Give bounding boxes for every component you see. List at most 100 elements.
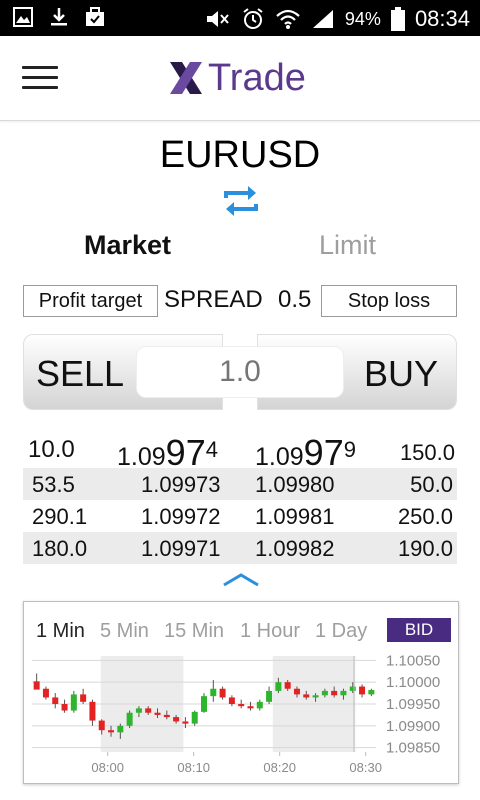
timeframe-1day[interactable]: 1 Day [315,620,367,643]
spread-value: 0.5 [278,286,312,313]
bid-price: 1.09971 [141,536,221,561]
candle-body [126,712,133,726]
candle-body [42,688,49,698]
candle-body [80,694,87,702]
order-book-top: 10.0 1.09974 1.09979 150.0 [23,424,457,473]
candle-body [201,696,207,712]
candle-body [210,688,217,697]
battery-icon [390,7,405,31]
profit-target-button[interactable]: Profit target [23,285,158,317]
app-bar: Trade [0,36,480,121]
hamburger-icon[interactable] [22,66,60,90]
bid-big-digits: 97 [165,432,206,473]
order-book-row: 180.0 1.09971 1.09982 190.0 [23,532,457,564]
instrument-symbol[interactable]: EURUSD [0,134,480,177]
candle-body [312,695,319,698]
top-ask-volume: 150.0 [399,440,455,465]
trade-panel: SELL BUY [23,334,457,410]
price-mode-badge[interactable]: BID [387,618,451,642]
bid-volume: 180.0 [32,536,88,561]
x-tick-label: 08:10 [177,760,210,775]
candle-body [303,694,310,698]
tab-limit[interactable]: Limit [319,230,376,261]
ask-volume: 50.0 [410,472,453,497]
app-logo: Trade [168,56,306,100]
candle-body [52,697,59,704]
candle-body [154,712,161,715]
candle-body [359,686,366,695]
wifi-icon [276,9,300,29]
y-tick-label: 1.09900 [386,718,440,735]
sell-label: SELL [36,353,125,394]
candle-body [145,708,152,713]
ask-big-digits: 97 [303,432,344,473]
download-icon [51,8,67,26]
candle-body [349,686,356,691]
bid-price: 1.09973 [141,472,221,497]
candle-body [340,690,347,696]
chart-panel: 1 Min 5 Min 15 Min 1 Hour 1 Day BID 1.10… [23,601,459,784]
candle-body [219,688,226,698]
y-tick-label: 1.10000 [386,674,440,691]
stop-loss-button[interactable]: Stop loss [321,285,457,317]
x-logo-icon [170,62,202,94]
candle-body [293,688,300,695]
candle-body [228,697,235,704]
y-tick-label: 1.09950 [386,696,440,713]
timeframe-15min[interactable]: 15 Min [164,620,224,643]
candle-body [247,706,254,709]
candle-body [238,704,245,707]
candle-body [163,714,170,718]
alarm-icon [243,8,263,29]
timeframe-1min[interactable]: 1 Min [36,620,85,643]
briefcase-icon [86,7,104,26]
buy-label: BUY [363,353,438,394]
bid-price: 1.09972 [141,504,221,529]
y-tick-label: 1.09850 [386,740,440,757]
ask-volume: 190.0 [397,536,453,561]
candle-body [117,725,124,733]
gallery-icon [13,7,33,27]
candle-body [331,690,338,696]
candle-body [182,721,189,724]
timeframe-1hour[interactable]: 1 Hour [240,620,300,643]
chevron-up-icon[interactable] [222,571,260,587]
battery-percentage: 94% [344,8,381,29]
order-book-row: 53.5 1.09973 1.09980 50.0 [23,468,457,500]
candle-body [108,730,115,733]
quantity-input[interactable] [136,346,344,398]
candle-body [70,694,77,711]
candle-body [61,704,68,711]
ask-price: 1.09980 [255,472,335,497]
ask-volume: 250.0 [397,504,453,529]
candle-body [266,690,273,702]
ask-price: 1.09982 [255,536,335,561]
order-book-row: 290.1 1.09972 1.09981 250.0 [23,500,457,532]
bid-volume: 53.5 [32,472,75,497]
x-tick-label: 08:00 [91,760,124,775]
candle-body [275,682,282,691]
bid-prefix: 1.09 [117,443,166,471]
candle-body [191,711,198,724]
clock: 08:34 [414,6,470,31]
ask-pip: 9 [343,437,356,462]
candle-body [173,717,180,722]
ask-prefix: 1.09 [255,443,304,471]
swap-icon[interactable] [222,182,260,220]
logo-text: Trade [208,56,306,99]
x-tick-label: 08:30 [349,760,382,775]
bid-pip: 4 [205,437,218,462]
bid-volume: 290.1 [32,504,88,529]
price-chart[interactable]: 1.10050 1.10000 1.09950 1.09900 1.09850 08:00… [24,648,458,783]
timeframe-5min[interactable]: 5 Min [100,620,149,643]
ask-price: 1.09981 [255,504,335,529]
order-book: 10.0 1.09974 1.09979 150.0 53.5 1.09973 … [23,424,457,564]
tab-market[interactable]: Market [84,230,171,261]
status-bar: 94% 08:34 [0,0,480,36]
candle-body [321,690,328,696]
spread-label: SPREAD [164,286,263,313]
candle-body [98,720,105,731]
x-tick-label: 08:20 [263,760,296,775]
candle-body [368,690,375,695]
signal-icon [312,10,333,28]
